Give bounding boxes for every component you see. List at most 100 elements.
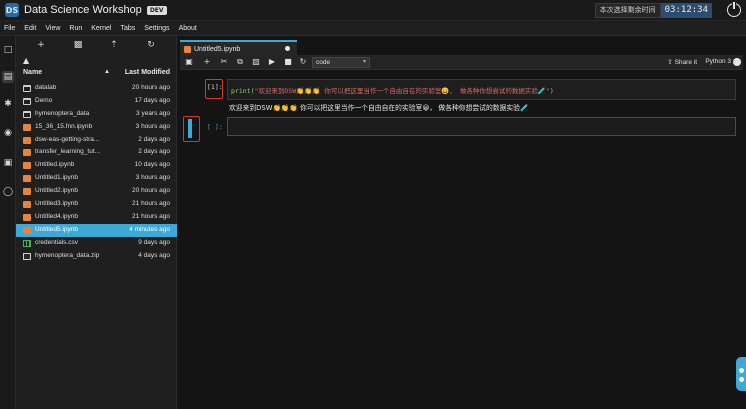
kernel-status-icon [733,58,741,66]
notebook-area: Untitled5.ipynb ▣ + ✂ ⧉ ▧ ▶ ■ ↻ code ▾ ⇧… [177,36,746,409]
insert-cell-icon[interactable]: + [202,57,212,67]
notebook-icon [23,201,31,209]
file-modified: 21 hours ago [132,212,170,220]
notebook-icon [23,188,31,196]
new-launcher-icon[interactable]: + [36,40,46,50]
new-folder-icon[interactable]: ▩ [73,40,83,50]
menu-tabs[interactable]: Tabs [120,25,135,32]
column-name[interactable]: Name [23,69,42,76]
file-browser-icon[interactable]: ▤ [2,71,14,83]
menu-kernel[interactable]: Kernel [91,25,111,32]
cell-output: 欢迎来到DSW👏👏👏 你可以把这里当作一个自由自在的实验室😀， 做各种你想尝试的… [229,104,529,112]
tab-untitled5[interactable]: Untitled5.ipynb [180,40,297,56]
file-row[interactable]: dsw-eas-getting-stra... 2 days ago [16,134,177,147]
file-row[interactable]: Demo 17 days ago [16,95,177,108]
notebook-icon [184,45,191,53]
file-list: datalab 20 hours ago Demo 17 days ago hy… [16,82,177,262]
menu-run[interactable]: Run [69,25,82,32]
restart-icon[interactable]: ↻ [298,57,308,67]
file-name: Untitled5.ipynb [35,225,78,233]
save-icon[interactable]: ▣ [184,57,194,67]
notebook-icon [23,213,31,221]
file-row[interactable]: Untitled.ipynb 10 days ago [16,159,177,172]
folder-icon [23,85,31,92]
file-modified: 21 hours ago [132,200,170,208]
spreadsheet-icon [23,239,31,247]
file-name: dsw-eas-getting-stra... [35,135,100,143]
running-icon[interactable]: ✱ [2,98,14,110]
database-icon[interactable]: ◯ [2,186,14,198]
file-row[interactable]: Untitled1.ipynb 3 hours ago [16,172,177,185]
file-row-selected[interactable]: Untitled5.ipynb 4 minutes ago [16,223,177,237]
app-root: DS Data Science Workshop DEV 本次选择剩余时间 03… [0,0,746,409]
share-button[interactable]: ⇧ Share it [667,58,697,66]
code-close: ) [549,87,554,95]
archive-icon [23,252,31,260]
power-icon[interactable] [727,1,741,17]
palette-icon[interactable]: ◉ [2,127,14,139]
folder-icon [23,97,31,105]
app-logo-icon: DS [5,3,19,17]
share-label: Share it [674,59,697,66]
copy-icon[interactable]: ⧉ [235,57,245,67]
file-row[interactable]: hymenoptera_data 3 years ago [16,108,177,121]
file-modified: 20 hours ago [132,84,170,91]
side-widget-icon[interactable] [736,357,746,391]
file-modified: 2 days ago [138,135,170,143]
cut-icon[interactable]: ✂ [219,57,229,67]
notebook-icon [23,175,31,183]
file-row[interactable]: hymenoptera_data.zip 4 days ago [16,250,177,263]
file-modified: 3 hours ago [135,174,170,182]
file-modified: 4 minutes ago [129,225,170,233]
notebook-toolbar: ▣ + ✂ ⧉ ▧ ▶ ■ ↻ code ▾ ⇧ Share it Python… [180,55,743,70]
file-browser-toolbar: + ▩ ⇡ ↻ [16,40,177,52]
cell-type-select[interactable]: code ▾ [312,57,370,68]
upload-icon[interactable]: ⇡ [109,40,119,50]
file-name: transfer_learning_tut... [35,148,101,156]
file-name: Untitled.ipynb [35,161,75,169]
menu-edit[interactable]: Edit [24,25,36,32]
stop-icon[interactable]: ■ [283,57,293,67]
file-modified: 4 days ago [138,251,170,259]
kernel-name[interactable]: Python 3 [705,58,731,65]
file-row[interactable]: transfer_learning_tut... 2 days ago [16,146,177,159]
file-row[interactable]: datalab 20 hours ago [16,82,177,95]
menu-file[interactable]: File [4,25,15,32]
menu-settings[interactable]: Settings [144,25,169,32]
paste-icon[interactable]: ▧ [251,57,261,67]
active-cell-indicator [188,119,192,138]
menu-bar: File Edit View Run Kernel Tabs Settings … [0,21,746,36]
tab-bar: Untitled5.ipynb [177,39,746,56]
file-browser: + ▩ ⇡ ↻ ▲ Name ▲ Last Modified datalab 2… [16,36,177,409]
code-fn: print( [231,87,255,95]
code-string: "欢迎来到DSW👏👏👏 你可以把这里当作一个自由自在的实验室😀， 做各种你想尝试… [254,87,550,95]
file-modified: 10 days ago [134,161,170,169]
file-name: datalab [35,84,57,91]
session-timer: 本次选择剩余时间 03:12:34 [594,3,712,18]
cell-prompt: [ ]: [207,123,223,131]
file-modified: 9 days ago [138,238,170,246]
code-line: print("欢迎来到DSW👏👏👏 你可以把这里当作一个自由自在的实验室😀， 做… [231,85,554,95]
file-row[interactable]: 15_36_15.fnn.ipynb 3 hours ago [16,121,177,134]
menu-view[interactable]: View [45,25,60,32]
file-row[interactable]: Untitled4.ipynb 21 hours ago [16,211,177,224]
code-cell-input[interactable]: print("欢迎来到DSW👏👏👏 你可以把这里当作一个自由自在的实验室😀， 做… [227,79,736,100]
file-row[interactable]: Untitled3.ipynb 21 hours ago [16,198,177,211]
refresh-icon[interactable]: ↻ [146,40,156,50]
unsaved-dot-icon[interactable] [285,46,290,51]
empty-code-cell-input[interactable] [227,117,736,136]
file-name: Demo [35,96,53,104]
home-icon[interactable]: ▲ [23,57,31,65]
run-icon[interactable]: ▶ [267,57,277,67]
cell-type-value: code [316,59,331,66]
notebook-icon [23,149,31,157]
tabs-icon[interactable]: ▣ [2,157,14,169]
widget-dot [739,368,744,373]
file-row[interactable]: credentials.csv 9 days ago [16,237,177,250]
folder-icon[interactable]: □ [2,44,14,56]
column-modified[interactable]: Last Modified [125,69,170,76]
cell-prompt: [1]: [207,83,223,91]
menu-about[interactable]: About [179,25,197,32]
file-name: Untitled4.ipynb [35,212,78,220]
file-row[interactable]: Untitled2.ipynb 20 hours ago [16,185,177,198]
